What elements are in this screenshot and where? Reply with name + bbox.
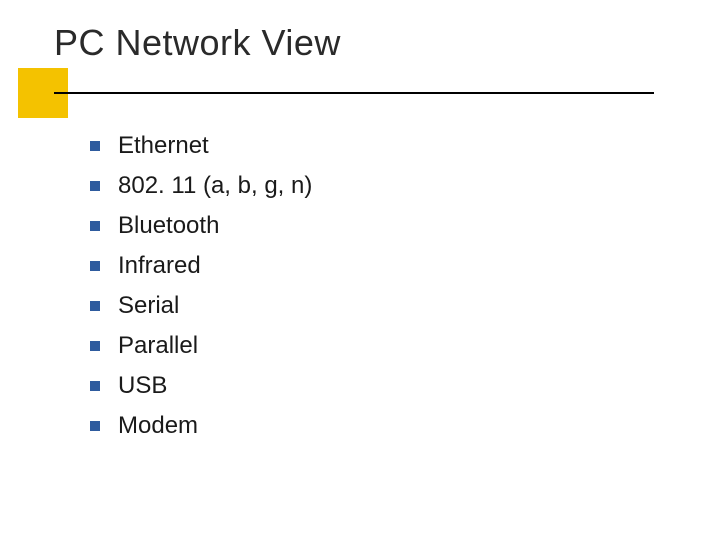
list-item: Bluetooth xyxy=(90,212,680,240)
list-item: Modem xyxy=(90,412,680,440)
square-bullet-icon xyxy=(90,341,100,351)
slide-title: PC Network View xyxy=(54,22,680,64)
square-bullet-icon xyxy=(90,381,100,391)
square-bullet-icon xyxy=(90,421,100,431)
square-bullet-icon xyxy=(90,141,100,151)
square-bullet-icon xyxy=(90,261,100,271)
bullet-text: Modem xyxy=(118,412,198,440)
list-item: Parallel xyxy=(90,332,680,360)
bullet-text: Bluetooth xyxy=(118,212,219,240)
list-item: Infrared xyxy=(90,252,680,280)
bullet-list: Ethernet 802. 11 (a, b, g, n) Bluetooth … xyxy=(54,132,680,440)
title-divider xyxy=(54,92,654,94)
bullet-text: Ethernet xyxy=(118,132,209,160)
bullet-text: USB xyxy=(118,372,167,400)
list-item: USB xyxy=(90,372,680,400)
bullet-text: Parallel xyxy=(118,332,198,360)
list-item: Serial xyxy=(90,292,680,320)
square-bullet-icon xyxy=(90,181,100,191)
list-item: 802. 11 (a, b, g, n) xyxy=(90,172,680,200)
bullet-text: Serial xyxy=(118,292,179,320)
square-bullet-icon xyxy=(90,301,100,311)
bullet-text: 802. 11 (a, b, g, n) xyxy=(118,172,312,200)
list-item: Ethernet xyxy=(90,132,680,160)
bullet-text: Infrared xyxy=(118,252,201,280)
square-bullet-icon xyxy=(90,221,100,231)
slide-content: PC Network View Ethernet 802. 11 (a, b, … xyxy=(54,22,680,452)
